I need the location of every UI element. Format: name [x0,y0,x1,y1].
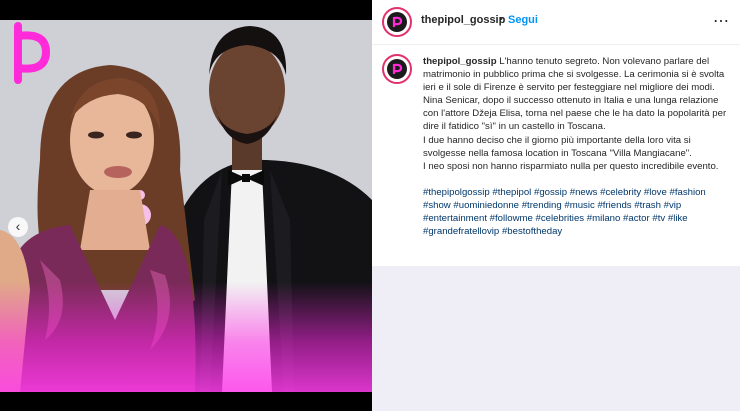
header-username[interactable]: thepipol_gossip [421,14,505,26]
caption-avatar[interactable] [382,54,412,84]
post-photo[interactable]: ‹ [0,20,372,392]
pink-gradient-overlay [0,282,372,392]
hashtag-link[interactable]: #music [564,200,594,211]
hashtag-link[interactable]: #love [644,187,667,198]
caption-paragraph: I due hanno deciso che il giorno più imp… [423,134,692,159]
hashtag-link[interactable]: #friends [597,200,631,211]
thepipol-logo-icon [10,22,52,89]
hashtag-link[interactable]: #trending [522,200,562,211]
post-image-pane[interactable]: ‹ [0,0,372,411]
hashtag-link[interactable]: #thepipol [492,187,531,198]
follow-button[interactable]: Segui [508,14,538,26]
hashtag-link[interactable]: #fashion [669,187,705,198]
hashtag-link[interactable]: #entertainment [423,213,487,224]
comments-area-placeholder [372,266,740,411]
hashtag-link[interactable]: #news [570,187,598,198]
caption-text: thepipol_gossip L'hanno tenuto segreto. … [423,55,729,238]
hashtag-link[interactable]: #like [668,213,688,224]
hashtag-link[interactable]: #actor [623,213,650,224]
hashtag-link[interactable]: #grandefratellovip [423,226,499,237]
hashtag-link[interactable]: #show [423,200,451,211]
hashtag-link[interactable]: #celebrity [600,187,641,198]
post-details-panel: thepipol_gossip • Segui ⋯ thepipol_gossi… [372,0,740,411]
more-options-icon[interactable]: ⋯ [713,11,730,31]
post-caption: thepipol_gossip L'hanno tenuto segreto. … [372,48,740,266]
caption-paragraph: I neo sposi non hanno risparmiato nulla … [423,160,719,172]
post-header: thepipol_gossip • Segui ⋯ [372,0,740,45]
hashtag-link[interactable]: #celebrities [536,213,585,224]
hashtag-list: #thepipolgossip #thepipol #gossip #news … [423,186,729,238]
caption-username[interactable]: thepipol_gossip [423,56,497,67]
hashtag-link[interactable]: #thepipolgossip [423,187,490,198]
hashtag-link[interactable]: #bestoftheday [502,226,562,237]
hashtag-link[interactable]: #tv [652,213,665,224]
hashtag-link[interactable]: #followme [490,213,533,224]
caption-paragraph: Nina Senicar, dopo il successo ottenuto … [423,95,727,133]
hashtag-link[interactable]: #uominiedonne [453,200,519,211]
hashtag-link[interactable]: #gossip [534,187,567,198]
hashtag-link[interactable]: #trash [634,200,661,211]
carousel-prev-button[interactable]: ‹ [8,217,28,237]
profile-avatar[interactable] [382,7,412,37]
hashtag-link[interactable]: #vip [664,200,682,211]
header-separator: • [499,13,503,25]
hashtag-link[interactable]: #milano [587,213,621,224]
